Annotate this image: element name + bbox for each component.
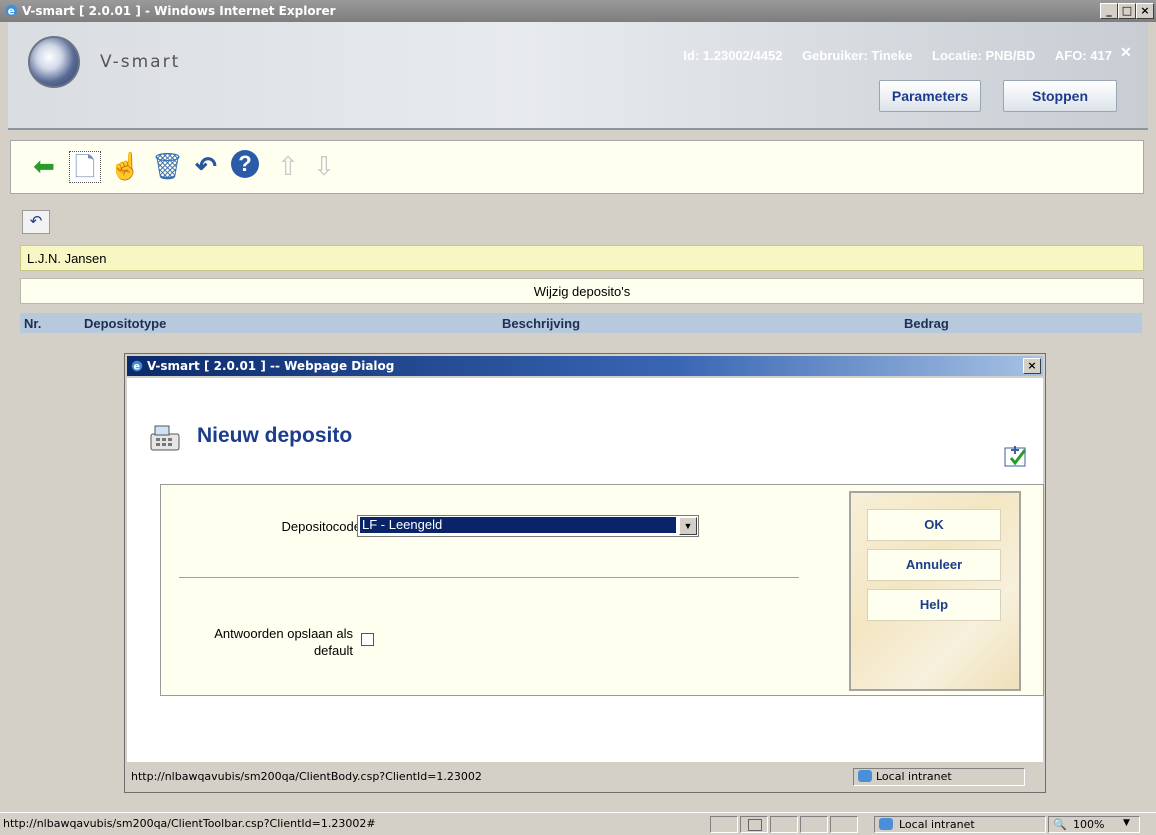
status-url: http://nlbawqavubis/sm200qa/ClientToolba… [3, 817, 376, 830]
svg-text:e: e [8, 5, 15, 17]
vsmart-logo [28, 36, 80, 88]
column-header-bedrag[interactable]: Bedrag [904, 316, 949, 331]
toolbar: ⬅ 🗋 ☝ 🗑 ↶ ? ⇧ ⇩ [10, 140, 1144, 194]
parameters-button[interactable]: Parameters [879, 80, 981, 112]
svg-text:e: e [134, 362, 141, 373]
dialog-title: V-smart [ 2.0.01 ] -- Webpage Dialog [147, 359, 395, 373]
new-deposit-dialog: e V-smart [ 2.0.01 ] -- Webpage Dialog ×… [124, 353, 1046, 793]
dialog-zone: Local intranet [853, 768, 1025, 786]
cash-register-icon [150, 425, 180, 451]
page-icon [748, 819, 762, 831]
status-zone: Local intranet [874, 816, 1046, 833]
internet-explorer-icon: e [5, 4, 18, 17]
dialog-zone-label: Local intranet [876, 770, 952, 783]
close-window-button[interactable]: × [1136, 3, 1154, 19]
save-default-label: Antwoorden opslaan als default [214, 626, 353, 658]
session-info: Id: 1.23002/4452 Gebruiker: Tineke Locat… [667, 48, 1112, 63]
deposit-code-select[interactable]: LF - Leengeld ▼ [357, 515, 699, 537]
browser-status-bar: http://nlbawqavubis/sm200qa/ClientToolba… [0, 812, 1156, 835]
member-name-bar: L.J.N. Jansen [20, 245, 1144, 271]
deposit-form-panel: Depositocode LF - Leengeld ▼ Antwoorden … [160, 484, 1044, 696]
session-user: Gebruiker: Tineke [802, 48, 913, 63]
zoom-control[interactable]: 🔍 100% ▼ [1048, 816, 1140, 833]
undo-small-button[interactable]: ↶ [22, 210, 50, 234]
dialog-button-panel: OK Annuleer Help [849, 491, 1021, 691]
session-location: Locatie: PNB/BD [932, 48, 1036, 63]
globe-icon [858, 770, 872, 782]
column-header-beschrijving[interactable]: Beschrijving [502, 316, 580, 331]
maximize-button[interactable]: □ [1118, 3, 1136, 19]
session-afo: AFO: 417 [1054, 48, 1112, 63]
stop-button[interactable]: Stoppen [1003, 80, 1117, 112]
globe-icon [879, 818, 893, 830]
dialog-title-bar: e V-smart [ 2.0.01 ] -- Webpage Dialog × [127, 356, 1043, 376]
dialog-heading: Nieuw deposito [197, 424, 353, 447]
resize-check-icon[interactable] [1003, 444, 1029, 468]
page-title: Wijzig deposito's [533, 284, 631, 299]
hand-select-icon[interactable]: ☝ [109, 151, 141, 181]
undo-icon[interactable]: ↶ [191, 151, 221, 181]
zoom-level: 100% [1073, 818, 1105, 831]
table-header: Nr. Depositotype Beschrijving Bedrag [20, 313, 1142, 333]
delete-bin-icon[interactable]: 🗑 [151, 151, 184, 181]
internet-explorer-icon: e [131, 360, 143, 373]
app-header [8, 22, 1148, 130]
column-header-depositotype[interactable]: Depositotype [84, 316, 166, 331]
dialog-body: Nieuw deposito Depositocode LF - Leengel… [127, 378, 1044, 762]
up-arrow-icon: ⇧ [277, 151, 299, 181]
browser-title: V-smart [ 2.0.01 ] - Windows Internet Ex… [22, 4, 336, 18]
minimize-button[interactable]: _ [1100, 3, 1118, 19]
deposit-code-label: Depositocode [281, 519, 362, 534]
deposit-code-value: LF - Leengeld [360, 517, 676, 533]
cancel-button[interactable]: Annuleer [867, 549, 1001, 581]
brand-name: V-smart [100, 52, 181, 72]
save-default-checkbox[interactable] [361, 633, 374, 646]
status-zone-label: Local intranet [899, 818, 975, 831]
zoom-icon: 🔍 [1053, 818, 1067, 831]
ok-button[interactable]: OK [867, 509, 1001, 541]
member-name: L.J.N. Jansen [27, 251, 107, 266]
help-button[interactable]: Help [867, 589, 1001, 621]
down-arrow-icon: ⇩ [313, 151, 335, 181]
dialog-status-url: http://nlbawqavubis/sm200qa/ClientBody.c… [131, 770, 482, 783]
back-arrow-icon[interactable]: ⬅ [29, 151, 59, 181]
page-title-bar: Wijzig deposito's [20, 278, 1144, 304]
divider [179, 577, 799, 578]
browser-title-bar: e V-smart [ 2.0.01 ] - Windows Internet … [0, 0, 1156, 22]
chevron-down-icon[interactable]: ▼ [679, 517, 697, 535]
column-header-nr[interactable]: Nr. [24, 316, 41, 331]
dialog-close-button[interactable]: × [1023, 358, 1041, 374]
dialog-status-bar: http://nlbawqavubis/sm200qa/ClientBody.c… [127, 766, 1043, 788]
session-id: Id: 1.23002/4452 [683, 48, 783, 63]
help-icon[interactable]: ? [231, 150, 259, 178]
new-document-icon[interactable]: 🗋 [69, 151, 101, 183]
header-close-icon[interactable]: ✕ [1120, 45, 1132, 59]
chevron-down-icon[interactable]: ▼ [1123, 818, 1130, 828]
